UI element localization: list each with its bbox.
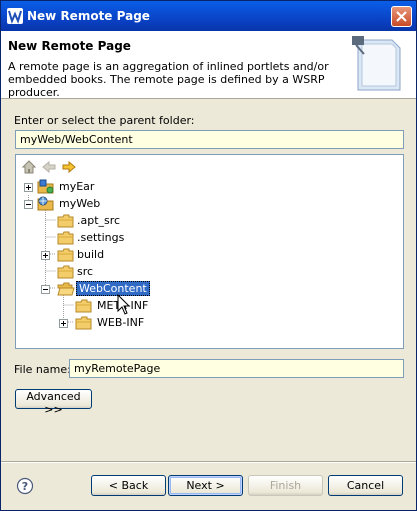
web-project-icon — [37, 196, 54, 211]
help-icon[interactable]: ? — [16, 477, 34, 495]
tree-item-label: build — [77, 248, 105, 261]
window-title: New Remote Page — [27, 9, 150, 23]
close-icon — [396, 11, 407, 22]
new-page-wizard-icon — [352, 36, 401, 91]
back-button[interactable]: < Back — [91, 475, 166, 496]
websphere-app-icon — [7, 8, 23, 24]
tree-item-apt-src[interactable]: .apt_src — [16, 213, 216, 229]
folder-tree[interactable]: myEar myWeb .apt_src .settings build src… — [15, 154, 404, 349]
tree-item-settings[interactable]: .settings — [16, 230, 216, 246]
expand-web-inf-toggle[interactable] — [59, 319, 68, 328]
tree-item-label: myEar — [59, 180, 95, 193]
tree-item-web-inf[interactable]: WEB-INF — [16, 315, 216, 331]
wizard-header: New Remote Page A remote page is an aggr… — [1, 31, 416, 99]
mouse-pointer-icon — [117, 294, 131, 315]
tree-item-src[interactable]: src — [16, 264, 216, 280]
tree-item-label: .apt_src — [77, 214, 121, 227]
folder-icon — [57, 231, 74, 245]
file-name-input[interactable] — [69, 359, 404, 378]
parent-folder-input[interactable] — [15, 130, 404, 149]
ear-project-icon — [37, 179, 54, 194]
tree-item-build[interactable]: build — [16, 247, 216, 263]
collapse-myweb-toggle[interactable] — [24, 200, 33, 209]
tree-item-label: src — [77, 265, 94, 278]
finish-button[interactable]: Finish — [248, 475, 323, 496]
expand-myear-toggle[interactable] — [24, 183, 33, 192]
tree-item-myweb[interactable]: myWeb — [16, 196, 216, 212]
tree-item-webcontent[interactable]: WebContent — [16, 281, 216, 297]
collapse-webcontent-toggle[interactable] — [41, 285, 50, 294]
tree-item-label: .settings — [77, 231, 125, 244]
folder-icon — [57, 248, 74, 262]
folder-icon — [75, 316, 92, 330]
title-bar[interactable]: New Remote Page — [1, 1, 416, 31]
folder-icon — [57, 214, 74, 228]
button-bar-separator — [1, 461, 416, 463]
folder-icon — [75, 299, 92, 313]
wizard-page-description: A remote page is an aggregation of inlin… — [8, 60, 329, 99]
advanced-button[interactable]: Advanced >> — [15, 389, 92, 416]
tree-item-label: myWeb — [59, 197, 101, 210]
cancel-button[interactable]: Cancel — [328, 475, 403, 496]
file-name-label: File name: — [14, 363, 71, 376]
new-remote-page-dialog: New Remote Page New Remote Page A remote… — [0, 0, 417, 511]
next-button[interactable]: Next > — [168, 475, 243, 496]
close-button[interactable] — [391, 6, 412, 27]
open-folder-icon — [57, 282, 75, 296]
tree-item-meta-inf[interactable]: META-INF — [16, 298, 216, 314]
parent-folder-label: Enter or select the parent folder: — [14, 114, 195, 127]
folder-icon — [57, 265, 74, 279]
expand-build-toggle[interactable] — [41, 251, 50, 260]
tree-item-myear[interactable]: myEar — [16, 179, 216, 195]
svg-text:?: ? — [22, 480, 28, 493]
tree-item-label: WebContent — [76, 281, 150, 296]
wizard-page-title: New Remote Page — [8, 39, 131, 53]
